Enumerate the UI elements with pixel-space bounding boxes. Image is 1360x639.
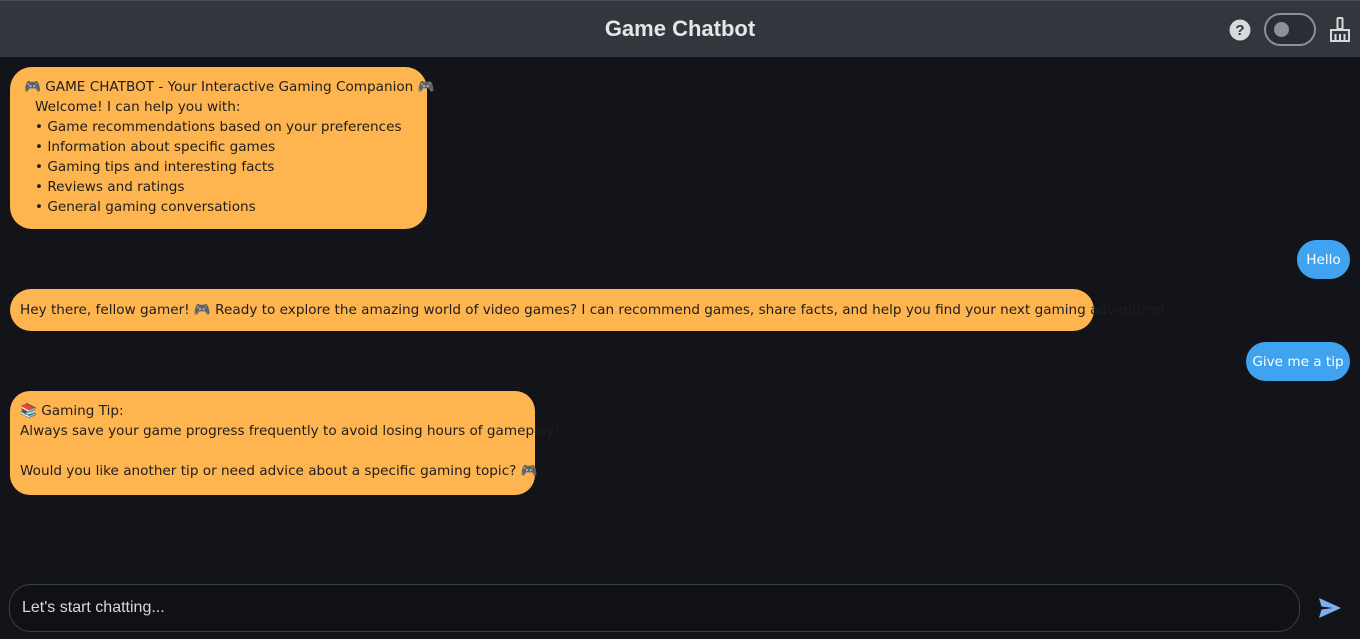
welcome-item: • Reviews and ratings: [35, 179, 185, 195]
chat-app: Game Chatbot ? 🎮 GAME CHATBOT - Your Int…: [0, 0, 1360, 639]
chat-log[interactable]: 🎮 GAME CHATBOT - Your Interactive Gaming…: [0, 57, 1360, 577]
help-icon[interactable]: ?: [1229, 19, 1251, 41]
welcome-item: • Gaming tips and interesting facts: [35, 159, 275, 175]
send-icon[interactable]: [1318, 597, 1342, 619]
clear-chat-icon[interactable]: [1329, 17, 1351, 43]
message-input-container: [9, 584, 1300, 632]
welcome-item: • Information about specific games: [35, 139, 276, 155]
tip-text: Always save your game progress frequentl…: [20, 423, 560, 439]
user-message: Give me a tip: [1246, 342, 1350, 381]
svg-text:?: ?: [1235, 22, 1244, 39]
toggle-knob: [1274, 22, 1289, 37]
welcome-item: • General gaming conversations: [35, 199, 256, 215]
bot-message-tip: 📚 Gaming Tip: Always save your game prog…: [10, 391, 560, 495]
tip-title: 📚 Gaming Tip:: [20, 403, 124, 419]
welcome-title: 🎮 GAME CHATBOT - Your Interactive Gaming…: [24, 79, 435, 95]
theme-toggle[interactable]: [1264, 13, 1316, 46]
tip-followup: Would you like another tip or need advic…: [20, 463, 538, 479]
app-header: Game Chatbot ?: [0, 0, 1360, 57]
page-title: Game Chatbot: [604, 16, 756, 41]
bot-message-welcome: 🎮 GAME CHATBOT - Your Interactive Gaming…: [10, 67, 435, 229]
welcome-intro: Welcome! I can help you with:: [35, 99, 241, 115]
user-message: Hello: [1297, 240, 1350, 279]
message-input[interactable]: [22, 585, 1282, 631]
bot-message: Hey there, fellow gamer! 🎮 Ready to expl…: [10, 289, 1165, 331]
welcome-item: • Game recommendations based on your pre…: [35, 119, 402, 135]
